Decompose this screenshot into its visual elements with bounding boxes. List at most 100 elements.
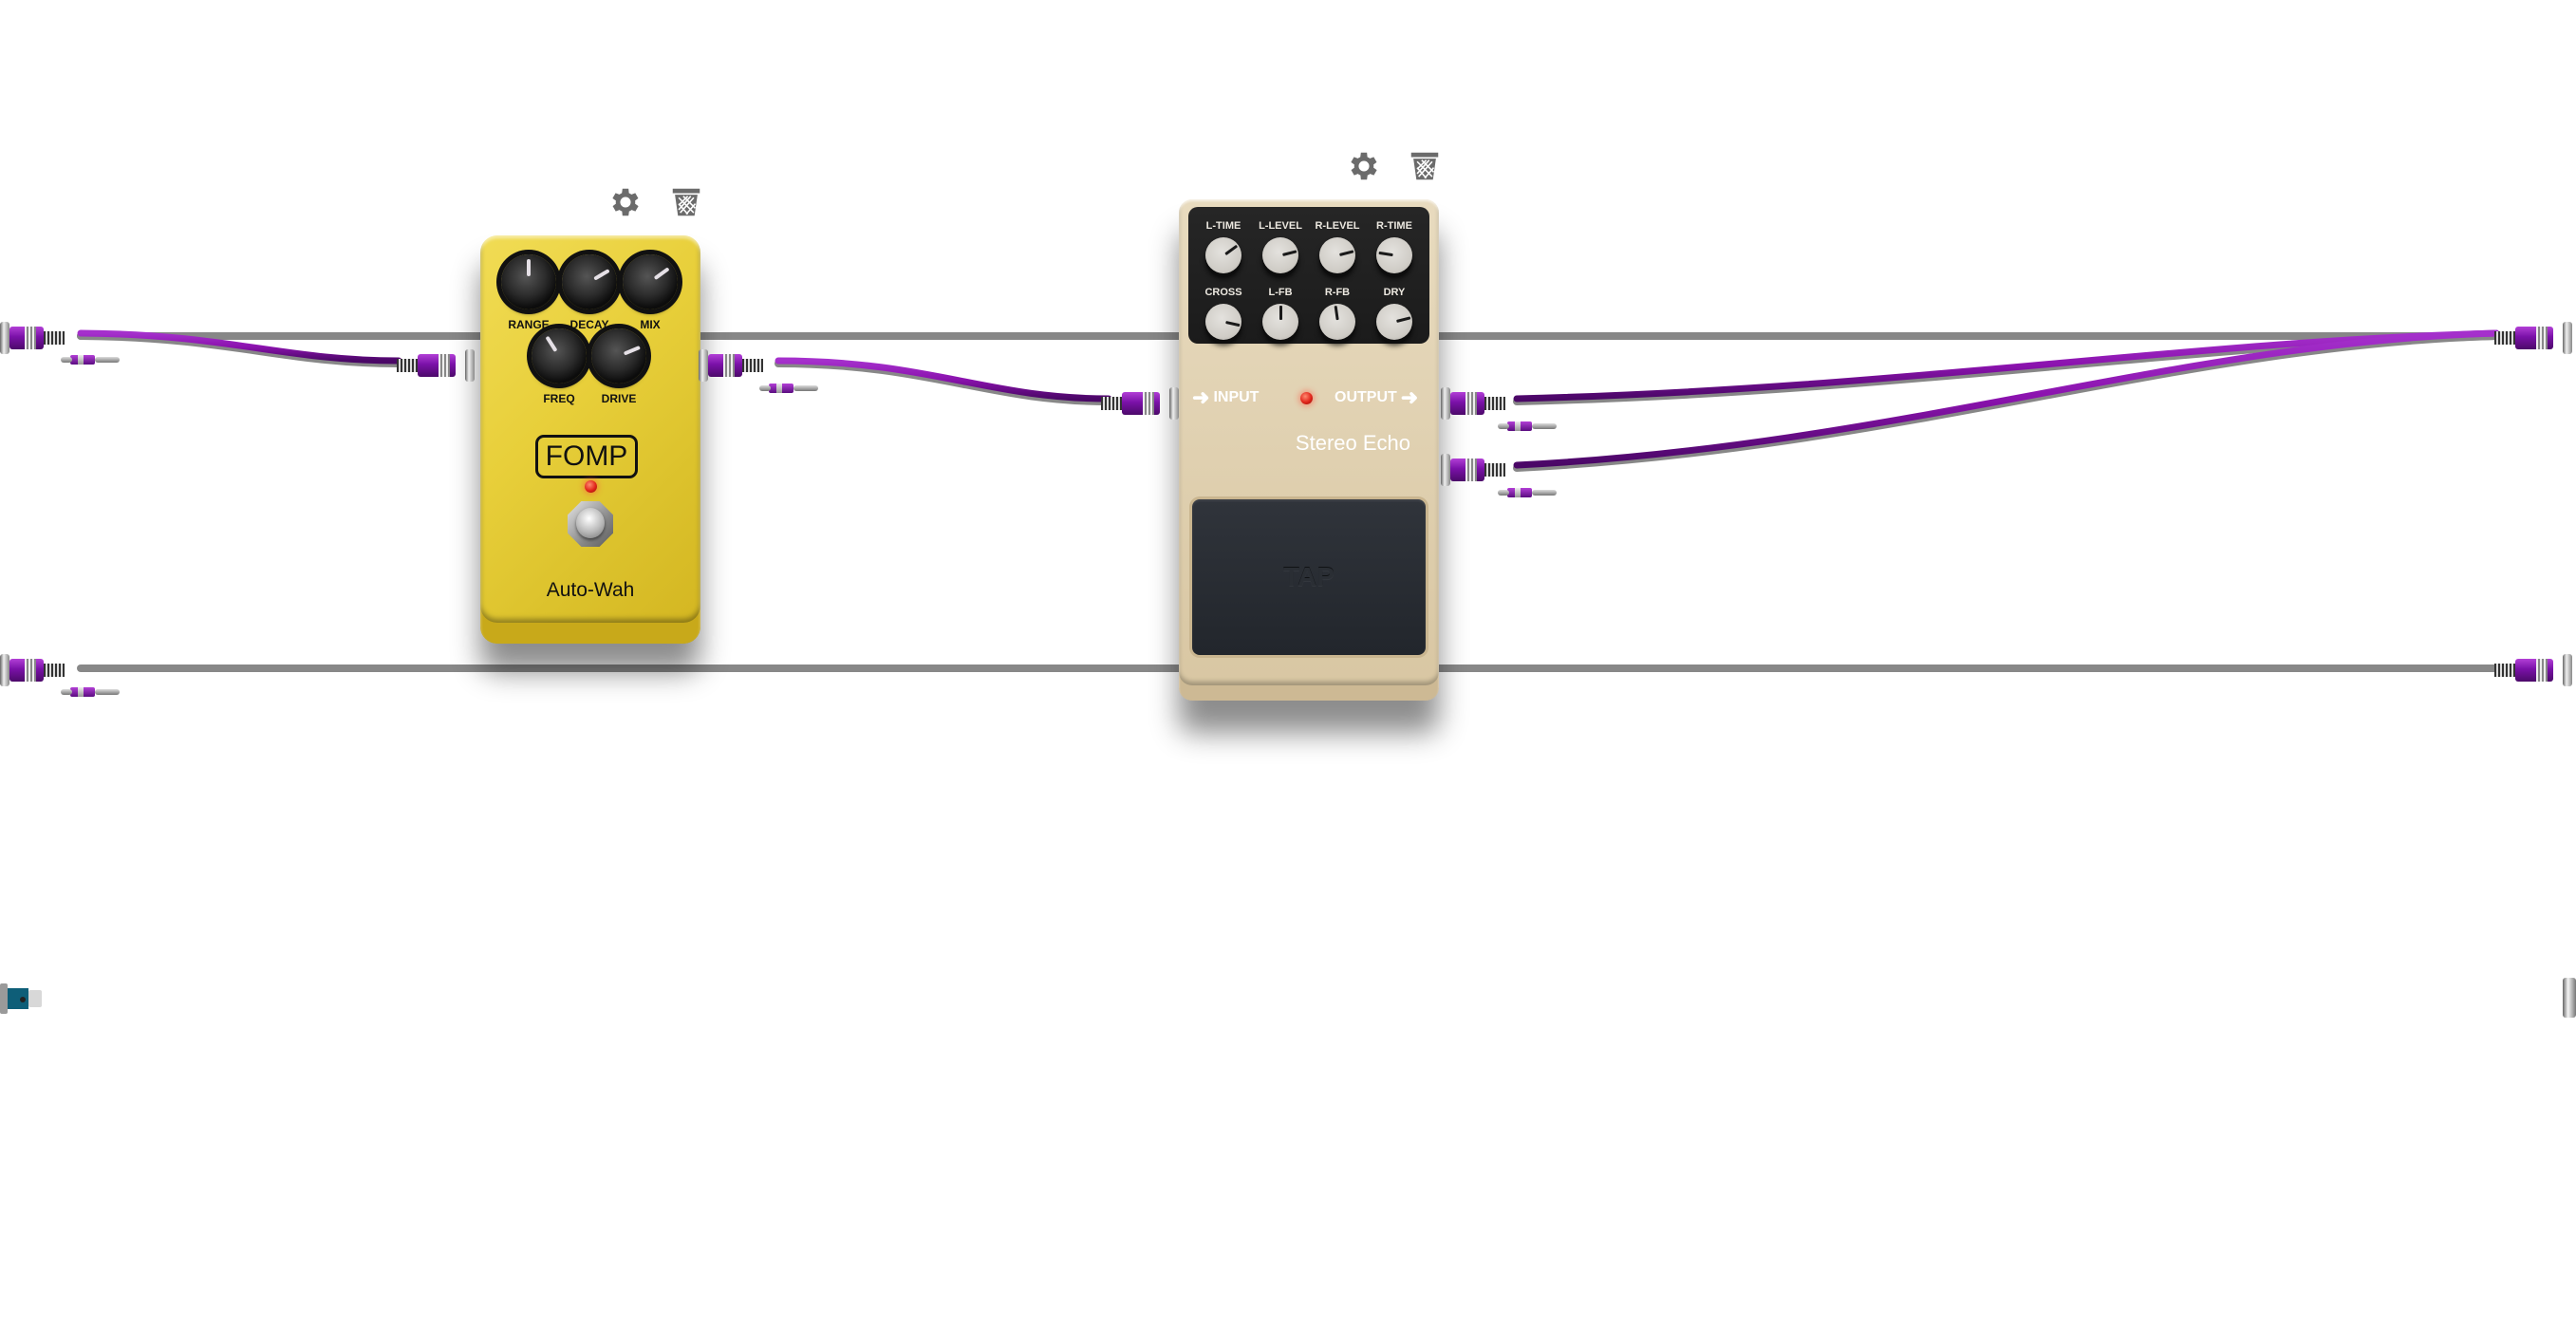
mix-knob[interactable] [623,254,678,309]
jack-nut [699,349,708,382]
jack-grip [1465,459,1477,481]
jack-plug [2515,327,2553,349]
plug-tip [95,357,120,363]
status-led [1300,392,1313,404]
r-fb-knob[interactable] [1319,304,1355,340]
echo-input-jack[interactable] [1101,387,1179,420]
spare-plug[interactable] [1498,421,1559,431]
r-time-label: R-TIME [1376,220,1412,232]
jack-spring [1484,463,1505,477]
plug-band [78,687,84,697]
jack-plug [418,354,456,377]
jack-nut [465,349,475,382]
pedal-name: Auto-Wah [546,579,635,601]
tap-label: TAP [1283,562,1335,591]
jack-spring [1101,397,1122,410]
jack-spring [2494,331,2515,345]
gear-icon[interactable] [1346,148,1382,184]
stereo-echo-pedal: L-TIME L-LEVEL R-LEVEL R-TIME CROSS L-FB… [1179,199,1439,701]
io-row: ➜ INPUT OUTPUT ➜ [1179,384,1439,412]
jack-nut [0,322,9,354]
jack-nut [1441,454,1450,486]
drive-label: DRIVE [601,392,637,405]
plug-tip [793,385,818,391]
jack-spring [1484,397,1505,410]
board-output-jack-top[interactable] [2494,322,2572,354]
jack-spring [44,331,65,345]
jack-grip [439,354,450,377]
plug-tip [1532,423,1557,429]
jack-spring [397,359,418,372]
input-label: ➜ INPUT [1192,385,1260,409]
jack-grip [723,354,735,377]
spare-plug[interactable] [61,355,121,365]
spare-plug[interactable] [61,687,121,697]
jack-grip [25,327,36,349]
knob-panel: L-TIME L-LEVEL R-LEVEL R-TIME CROSS L-FB… [1188,207,1429,344]
jack-nut [1441,387,1450,420]
spare-plug[interactable] [1498,488,1559,497]
jack-nut [0,654,9,686]
echo-output-jack-left[interactable] [1441,387,1519,420]
output-label: OUTPUT ➜ [1335,387,1418,408]
jack-plug [1122,392,1160,415]
decay-knob[interactable] [562,254,617,309]
freq-knob[interactable] [532,328,587,384]
echo-tools [1346,148,1443,184]
jack-spring [742,359,763,372]
pedal-name: Stereo Echo [1295,431,1410,455]
footswitch[interactable] [568,501,613,547]
output-text: OUTPUT [1335,389,1397,405]
jack-nut [2563,322,2572,354]
fomp-logo: FOMP [535,435,638,478]
plug-tip [1532,490,1557,496]
plug-tip [759,385,771,391]
plug-band [1515,421,1521,431]
unconnected-input-jack[interactable] [0,982,44,1016]
plug-band [78,355,84,365]
board-input-jack-top[interactable] [0,322,78,354]
tap-footswitch[interactable]: TAP [1192,499,1426,655]
l-fb-knob[interactable] [1262,304,1298,340]
l-level-knob[interactable] [1262,237,1298,273]
jack-nut [1169,387,1179,420]
spare-plug[interactable] [759,384,820,393]
r-level-knob[interactable] [1319,237,1355,273]
jack-grip [1465,392,1477,415]
plug-tip [1498,490,1509,496]
echo-output-jack-right[interactable] [1441,454,1519,486]
autowah-tools [607,184,704,220]
status-led [585,480,597,493]
r-time-knob[interactable] [1376,237,1412,273]
plug-tip [61,357,72,363]
dry-label: DRY [1383,287,1406,298]
plug-tip [95,689,120,695]
jack-spring [2494,664,2515,677]
jack-plug [2515,659,2553,682]
range-knob[interactable] [501,254,556,309]
trash-icon[interactable] [668,184,704,220]
plug-tip [61,689,72,695]
autowah-output-jack[interactable] [699,349,776,382]
autowah-pedal: RANGE DECAY MIX FREQ DRIVE FOMP Auto-Wah [480,235,700,644]
jack-nut [2563,654,2572,686]
input-text: INPUT [1213,389,1260,405]
board-input-jack-bottom[interactable] [0,654,78,686]
plug-tip [1498,423,1509,429]
arrow-right-icon: ➜ [1192,385,1210,409]
gear-icon[interactable] [607,184,644,220]
plug-band [1515,488,1521,497]
autowah-input-jack[interactable] [397,349,475,382]
trash-icon[interactable] [1407,148,1443,184]
l-time-knob[interactable] [1205,237,1241,273]
plug-band [776,384,782,393]
drive-knob[interactable] [591,328,646,384]
jack-grip [1143,392,1154,415]
jack-grip [2536,327,2548,349]
jack-grip [25,659,36,682]
unconnected-output-jack[interactable] [2563,978,2576,1018]
dry-knob[interactable] [1376,304,1412,340]
jack-grip [2536,659,2548,682]
board-output-jack-bottom[interactable] [2494,654,2572,686]
cross-knob[interactable] [1205,304,1241,340]
